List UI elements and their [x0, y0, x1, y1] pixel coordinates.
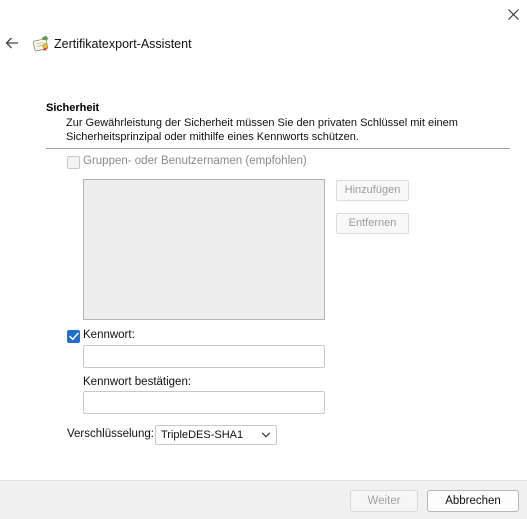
certificate-icon: [33, 35, 49, 52]
add-button[interactable]: Hinzufügen: [336, 180, 409, 201]
section-description: Zur Gewährleistung der Sicherheit müssen…: [66, 117, 458, 143]
window-title: Zertifikatexport-Assistent: [54, 37, 192, 51]
section-heading: Sicherheit: [46, 102, 100, 114]
header-divider: [46, 148, 510, 149]
password-checkbox[interactable]: [67, 330, 80, 343]
wizard-footer: Weiter Abbrechen: [0, 480, 527, 519]
close-button[interactable]: [500, 0, 527, 28]
confirm-password-input[interactable]: [83, 391, 325, 414]
next-button[interactable]: Weiter: [350, 490, 418, 512]
remove-button[interactable]: Entfernen: [336, 213, 409, 234]
password-label: Kennwort:: [83, 329, 135, 341]
encryption-selected-value: TripleDES-SHA1: [161, 429, 244, 441]
principals-checkbox-label: Gruppen- oder Benutzernamen (empfohlen): [83, 155, 307, 167]
back-arrow-icon: [5, 37, 18, 49]
checkmark-icon: [68, 332, 79, 341]
principals-checkbox[interactable]: [67, 156, 80, 169]
encryption-select[interactable]: TripleDES-SHA1: [155, 425, 277, 445]
certificate-export-wizard-window: Zertifikatexport-Assistent Sicherheit Zu…: [0, 0, 527, 519]
back-button[interactable]: [3, 34, 21, 52]
chevron-down-icon: [261, 432, 271, 438]
password-input[interactable]: [83, 345, 325, 368]
principals-listbox[interactable]: [83, 179, 325, 320]
close-icon: [508, 8, 519, 20]
cancel-button[interactable]: Abbrechen: [427, 490, 519, 512]
confirm-password-label: Kennwort bestätigen:: [83, 376, 192, 388]
encryption-label: Verschlüsselung:: [67, 428, 154, 440]
